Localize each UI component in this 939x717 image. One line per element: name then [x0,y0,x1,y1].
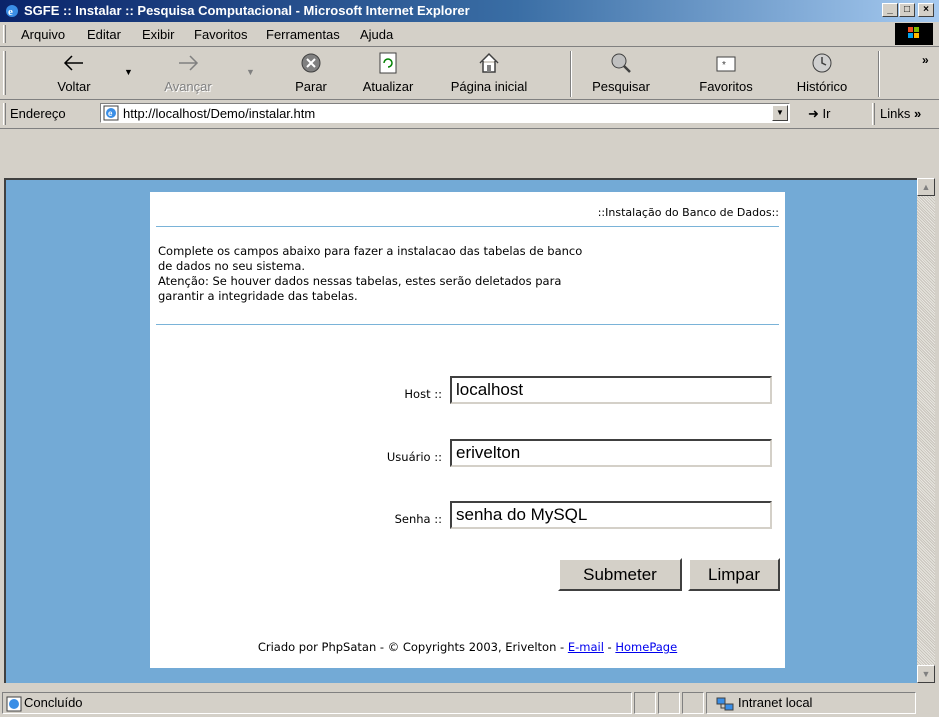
links-chevron-icon: » [913,106,922,121]
ie-logo-icon: e [6,5,18,18]
intro-text: Complete os campos abaixo para fazer a i… [158,244,768,304]
toolbar-grip [3,51,6,95]
go-label: Ir [822,106,831,121]
maximize-button[interactable]: □ [899,3,915,17]
address-label: Endereço [10,106,66,121]
svg-text:*: * [722,60,726,71]
back-button[interactable]: Voltar [40,47,108,99]
host-label: Host :: [404,387,442,401]
links-grip [872,103,875,125]
stop-icon [301,53,321,73]
divider [156,324,779,325]
scroll-up-icon[interactable]: ▲ [917,178,935,196]
menu-arquivo[interactable]: Arquivo [21,27,65,42]
password-label: Senha :: [394,512,442,526]
menu-favoritos[interactable]: Favoritos [194,27,247,42]
links-label: Links [880,106,911,121]
home-icon [479,52,499,73]
homepage-link[interactable]: HomePage [615,640,677,654]
window-title: SGFE :: Instalar :: Pesquisa Computacion… [24,3,470,18]
history-button[interactable]: Histórico [784,47,860,99]
stop-button[interactable]: Parar [278,47,344,99]
status-cell [658,692,680,714]
standard-toolbar: Voltar ▼ Avançar ▼ Parar Atualizar Págin… [0,47,939,100]
status-text: Concluído [24,695,83,710]
home-button[interactable]: Página inicial [434,47,544,99]
user-label: Usuário :: [386,450,442,464]
intro-line: garantir a integridade das tabelas. [158,289,358,303]
intro-line: Atenção: Se houver dados nessas tabelas,… [158,274,562,288]
title-bar: e SGFE :: Instalar :: Pesquisa Computaci… [0,0,939,22]
email-link[interactable]: E-mail [568,640,604,654]
favorites-button[interactable]: * Favoritos [684,47,768,99]
menu-grip [3,25,6,43]
footer-text: Criado por PhpSatan - © Copyrights 2003,… [257,640,568,654]
refresh-icon [379,52,397,74]
search-button[interactable]: Pesquisar [582,47,660,99]
page-icon: e [103,105,119,121]
svg-text:e: e [8,6,13,18]
refresh-label: Atualizar [362,79,414,94]
intro-line: de dados no seu sistema. [158,259,306,273]
menu-editar[interactable]: Editar [87,27,121,42]
search-label: Pesquisar [592,79,650,94]
back-label: Voltar [57,79,91,94]
page-viewport: ::Instalação do Banco de Dados:: Complet… [4,178,917,683]
links-button[interactable]: Links » [880,106,921,121]
forward-label: Avançar [164,79,212,94]
refresh-button[interactable]: Atualizar [350,47,426,99]
go-button[interactable]: ➜ Ir [808,106,830,122]
submit-button[interactable]: Submeter [558,558,682,591]
intranet-icon [716,697,734,711]
menu-ajuda[interactable]: Ajuda [360,27,393,42]
zone-text: Intranet local [738,695,813,710]
go-arrow-icon: ➜ [808,106,819,121]
password-input[interactable] [450,501,772,529]
close-button[interactable]: × [918,3,934,17]
address-input[interactable]: e http://localhost/Demo/instalar.htm ▼ [100,103,790,123]
address-bar: Endereço e http://localhost/Demo/instala… [0,100,939,129]
back-arrow-icon [63,55,83,71]
page-status-icon [6,696,22,712]
svg-text:e: e [108,109,113,118]
history-clock-icon [812,53,832,73]
stop-label: Parar [295,79,327,94]
back-dropdown-icon[interactable]: ▼ [124,67,133,77]
history-label: Histórico [796,79,848,94]
menu-ferramentas[interactable]: Ferramentas [266,27,340,42]
status-main-cell [2,692,632,714]
favorites-folder-icon: * [716,56,736,72]
status-bar: Concluído Intranet local [0,689,939,717]
reset-button[interactable]: Limpar [688,558,780,591]
scroll-down-icon[interactable]: ▼ [917,665,935,683]
menu-exibir[interactable]: Exibir [142,27,175,42]
minimize-button[interactable]: _ [882,3,898,17]
user-input[interactable] [450,439,772,467]
search-globe-icon [611,53,631,73]
address-grip [3,103,6,125]
favorites-label: Favoritos [699,79,753,94]
page-footer: Criado por PhpSatan - © Copyrights 2003,… [150,640,785,654]
windows-logo-icon [895,23,933,45]
vertical-scrollbar[interactable]: ▲ ▼ [917,178,935,683]
divider [156,226,779,227]
page-heading: ::Instalação do Banco de Dados:: [597,206,779,219]
status-cell [634,692,656,714]
toolbar-separator [570,51,572,97]
address-dropdown-icon[interactable]: ▼ [772,105,788,121]
forward-button[interactable]: Avançar [148,47,228,99]
host-input[interactable] [450,376,772,404]
forward-arrow-icon [179,55,199,71]
status-cell [682,692,704,714]
intro-line: Complete os campos abaixo para fazer a i… [158,244,583,258]
install-panel: ::Instalação do Banco de Dados:: Complet… [150,192,785,668]
toolbar-separator-2 [878,51,880,97]
footer-separator: - [603,640,616,654]
home-label: Página inicial [450,79,528,94]
address-url: http://localhost/Demo/instalar.htm [123,106,316,121]
toolbar-chevron-icon[interactable]: » [922,53,929,67]
forward-dropdown-icon[interactable]: ▼ [246,67,255,77]
menu-bar: Arquivo Editar Exibir Favoritos Ferramen… [0,22,939,47]
